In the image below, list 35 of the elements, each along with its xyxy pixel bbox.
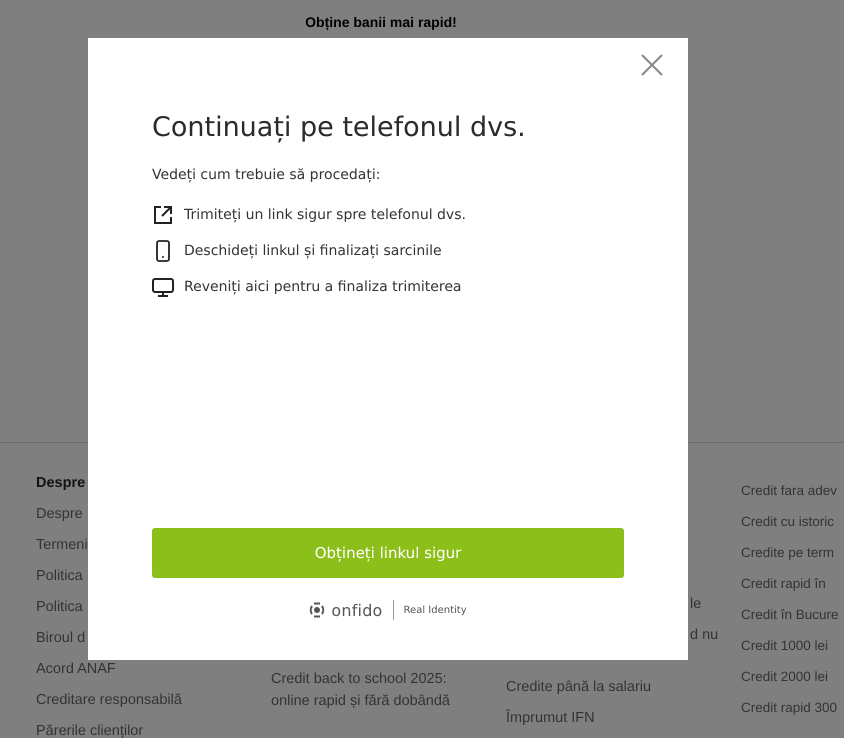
- footer-link[interactable]: Credit rapid 300: [741, 692, 838, 723]
- footer-link[interactable]: Biroul d: [36, 623, 86, 654]
- step-text: Reveniți aici pentru a finaliza trimiterea: [184, 279, 462, 295]
- footer-link[interactable]: Credit rapid în: [741, 568, 826, 599]
- footer-link[interactable]: Credite până la salariu: [506, 672, 652, 703]
- brand-logo-icon: [309, 602, 326, 618]
- brand-name: onfido: [331, 600, 383, 620]
- footer-link[interactable]: Credit fara adev: [741, 475, 838, 506]
- footer-link[interactable]: le: [690, 589, 702, 620]
- footer-heading: Despre: [36, 474, 86, 493]
- footer-link[interactable]: Creditare responsabilă: [36, 685, 182, 716]
- monitor-icon: [152, 276, 174, 298]
- close-button[interactable]: [640, 53, 664, 77]
- footer-link[interactable]: Acord ANAF: [36, 654, 116, 685]
- footer-link[interactable]: Credit back to school 2025: online rapid și fără dobândă: [271, 668, 471, 712]
- step-text: Deschideți linkul și finalizați sarcinile: [184, 243, 442, 259]
- footer-link[interactable]: d nu: [690, 620, 718, 651]
- footer-link[interactable]: Politica: [36, 561, 83, 592]
- footer-link[interactable]: Părerile clienților: [36, 716, 144, 738]
- step-text: Trimiteți un link sigur spre telefonul dvs.: [184, 207, 466, 223]
- instructions-text: Vedeți cum trebuie să procedați:: [152, 167, 380, 183]
- footer-link[interactable]: Credite pe term: [741, 537, 834, 568]
- footer-link[interactable]: Credit 2000 lei: [741, 661, 828, 692]
- promo-heading: Obține banii mai rapid!: [305, 14, 457, 30]
- footer-link[interactable]: Despre: [36, 499, 83, 530]
- external-link-icon: [152, 204, 174, 226]
- footer-link[interactable]: Politica: [36, 592, 83, 623]
- dialog-title: Continuați pe telefonul dvs.: [152, 112, 526, 143]
- get-link-button[interactable]: Obțineți linkul sigur: [152, 528, 624, 578]
- footer-link[interactable]: Credit în Bucure: [741, 599, 839, 630]
- footer-link[interactable]: Credit 1000 lei: [741, 630, 828, 661]
- footer-link[interactable]: Credit cu istoric: [741, 506, 834, 537]
- footer-link[interactable]: Termeni: [36, 530, 88, 561]
- footer-link[interactable]: Împrumut IFN: [506, 703, 595, 734]
- brand-tagline: Real Identity: [404, 604, 467, 616]
